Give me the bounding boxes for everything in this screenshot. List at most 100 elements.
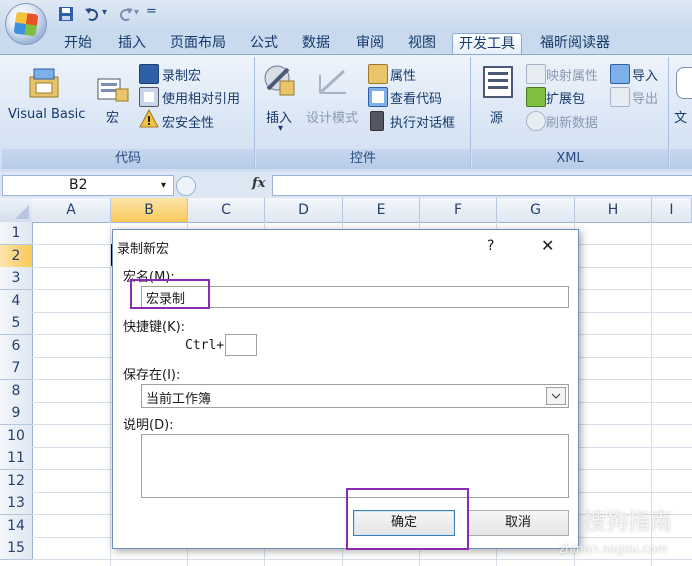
view-code-icon [368,87,388,107]
properties-button[interactable]: 属性 [390,65,416,84]
macro-security-button[interactable]: 宏安全性 [162,112,214,131]
tab-developer[interactable]: 开发工具 [452,33,522,55]
relative-reference-button[interactable]: 使用相对引用 [162,88,240,107]
watermark-url: zhinan.sogou.com [558,542,668,556]
shortcut-key-input[interactable] [225,334,257,356]
formula-input[interactable] [272,175,692,196]
dialog-help-button[interactable]: ? [487,238,494,254]
shortcut-key-label: 快捷键(K): [123,320,186,335]
ribbon-tabs: 开始 插入 页面布局 公式 数据 审阅 视图 开发工具 福昕阅读器 [0,30,692,55]
map-properties-button[interactable]: 映射属性 [546,65,598,84]
design-mode-icon [316,67,350,101]
row-header-14[interactable]: 14 [0,514,33,538]
save-icon[interactable] [58,6,74,22]
run-dialog-button[interactable]: 执行对话框 [390,112,455,131]
tab-insert[interactable]: 插入 [112,33,152,54]
expansion-packs-button[interactable]: 扩展包 [546,88,585,107]
macro-security-icon [139,108,159,133]
undo-dropdown-icon[interactable]: ▾ [102,7,107,23]
cancel-button[interactable]: 取消 [467,510,569,536]
macro-name-highlight [130,279,210,309]
group-label-controls: 控件 [256,149,470,169]
column-header-c[interactable]: C [188,198,265,223]
macros-button[interactable]: 宏 [106,107,119,126]
row-header-1[interactable]: 1 [0,222,33,245]
row-header-5[interactable]: 5 [0,312,33,335]
row-header-6[interactable]: 6 [0,334,33,358]
tab-review[interactable]: 审阅 [350,33,390,54]
view-code-button[interactable]: 查看代码 [390,88,442,107]
map-properties-icon [526,64,546,84]
document-panel-button[interactable]: 文 [674,107,687,126]
office-button[interactable] [6,4,46,44]
dialog-close-button[interactable]: ✕ [541,236,554,255]
row-header-3[interactable]: 3 [0,267,33,290]
office-logo-icon [13,11,39,37]
tab-foxit-reader[interactable]: 福昕阅读器 [534,33,616,54]
column-header-i[interactable]: I [652,198,692,223]
description-label: 说明(D): [123,418,174,433]
record-macro-button[interactable]: 录制宏 [162,65,201,84]
dialog-title: 录制新宏 [117,242,170,257]
redo-dropdown-icon[interactable]: ▾ [134,7,139,23]
name-box-value: B2 [69,177,88,193]
formula-bar-expander-icon[interactable] [176,176,196,196]
undo-icon[interactable] [84,6,100,22]
xml-source-icon [482,65,514,103]
column-header-h[interactable]: H [575,198,652,223]
ribbon: Visual Basic 宏 录制宏 使用相对引用 宏安全性 代码 插入 ▾ 设… [0,54,692,174]
column-header-e[interactable]: E [343,198,420,223]
export-button[interactable]: 导出 [632,88,658,107]
column-header-a[interactable]: A [32,198,111,223]
insert-dropdown-icon[interactable]: ▾ [278,123,283,134]
gridline-row [32,559,692,560]
row-header-10[interactable]: 10 [0,424,33,448]
chevron-down-icon[interactable] [546,387,566,405]
record-macro-icon [139,64,159,84]
name-box-dropdown-icon[interactable]: ▾ [161,176,166,195]
row-header-11[interactable]: 11 [0,447,33,470]
import-icon [610,64,630,84]
redo-icon[interactable] [118,6,134,22]
row-header-12[interactable]: 12 [0,469,33,493]
relative-reference-icon [139,87,159,107]
row-header-13[interactable]: 13 [0,492,33,515]
column-header-g[interactable]: G [497,198,575,223]
column-header-d[interactable]: D [265,198,343,223]
group-modify-partial: 文 [670,57,692,169]
row-header-7[interactable]: 7 [0,357,33,380]
refresh-data-button[interactable]: 刷新数据 [546,112,598,131]
tab-home[interactable]: 开始 [58,33,98,54]
store-macro-in-select[interactable]: 当前工作簿 [141,384,569,408]
visual-basic-icon [26,65,62,105]
name-box[interactable]: B2 ▾ [2,175,174,196]
column-header-b[interactable]: B [111,198,188,223]
tab-page-layout[interactable]: 页面布局 [164,33,232,54]
insert-control-icon [262,63,296,101]
run-dialog-icon [370,111,384,131]
row-header-4[interactable]: 4 [0,289,33,313]
tab-view[interactable]: 视图 [402,33,442,54]
customize-qat-icon[interactable]: = [146,4,157,20]
column-header-f[interactable]: F [420,198,497,223]
import-button[interactable]: 导入 [632,65,658,84]
group-code: Visual Basic 宏 录制宏 使用相对引用 宏安全性 代码 [2,57,255,169]
tab-data[interactable]: 数据 [296,33,336,54]
tab-formulas[interactable]: 公式 [244,33,284,54]
visual-basic-button[interactable]: Visual Basic [8,107,85,122]
watermark-text: 搜狗指南 [583,510,672,535]
gridline-column [110,222,111,566]
select-all-corner[interactable] [0,198,33,223]
row-header-15[interactable]: 15 [0,537,33,560]
export-icon [610,87,630,107]
insert-function-icon[interactable]: fx [252,176,265,191]
row-header-8[interactable]: 8 [0,379,33,403]
ok-button-highlight [346,488,469,550]
expansion-packs-icon [526,87,546,107]
group-label-code: 代码 [2,149,254,169]
row-header-2[interactable]: 2 [0,244,33,268]
design-mode-button[interactable]: 设计模式 [306,107,358,126]
row-header-9[interactable]: 9 [0,402,33,425]
xml-source-button[interactable]: 源 [490,107,503,126]
formula-bar: B2 ▾ fx [0,172,692,199]
